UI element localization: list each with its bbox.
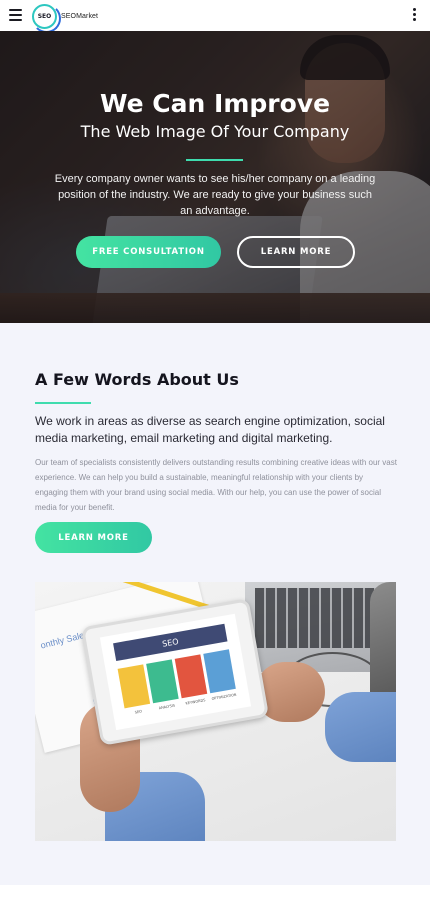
tile-caption: OPTIMIZATION <box>211 692 237 702</box>
hero-section: We Can Improve The Web Image Of Your Com… <box>0 31 430 323</box>
tile-caption: SEO <box>134 709 143 715</box>
tablet-tile-seo <box>117 664 151 709</box>
hero-learn-more-button[interactable]: LEARN MORE <box>237 236 355 268</box>
hero-description: Every company owner wants to see his/her… <box>54 173 376 217</box>
about-title: A Few Words About Us <box>35 370 239 389</box>
hero-subtitle: The Web Image Of Your Company <box>80 122 350 141</box>
bottom-section-edge <box>0 885 430 900</box>
about-learn-more-button[interactable]: LEARN MORE <box>35 522 152 553</box>
logo-badge-text: SEO <box>37 13 52 20</box>
photo-right-sleeve-shape <box>325 692 396 762</box>
free-consultation-button[interactable]: FREE CONSULTATION <box>76 236 221 268</box>
about-lead: We work in areas as diverse as search en… <box>35 414 385 445</box>
hero-title: We Can Improve <box>99 89 331 118</box>
tablet-screen: SEO SEO ANALYSIS KEYWORDS OPTIMIZATION <box>99 613 252 731</box>
hero-divider <box>186 159 243 161</box>
tablet-tile-optimization <box>203 649 236 694</box>
more-vertical-icon[interactable] <box>413 8 417 22</box>
top-bar: SEO SEOMarket <box>0 0 430 33</box>
about-photo: onthly Sales SEO SEO ANALYSIS KEYWORDS O… <box>35 582 396 841</box>
tablet-tile-analysis <box>146 659 179 704</box>
tile-caption: KEYWORDS <box>185 698 206 706</box>
about-divider <box>35 402 91 404</box>
logo[interactable]: SEO SEOMarket <box>32 4 99 33</box>
logo-badge: SEO <box>32 4 61 33</box>
logo-text: SEOMarket <box>61 13 99 20</box>
tablet-tile-keywords <box>174 654 208 699</box>
hamburger-menu-icon[interactable] <box>9 9 22 21</box>
tile-caption: ANALYSIS <box>158 703 176 711</box>
about-body: Our team of specialists consistently del… <box>35 458 397 512</box>
